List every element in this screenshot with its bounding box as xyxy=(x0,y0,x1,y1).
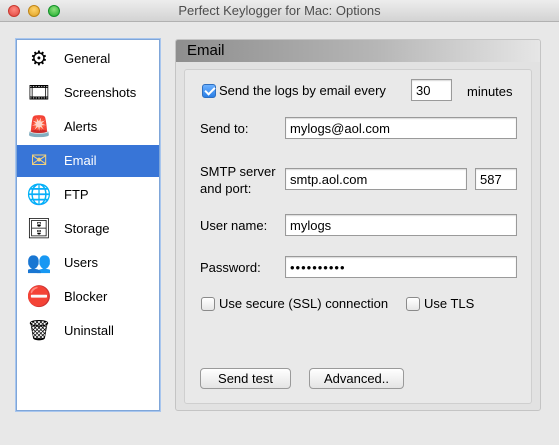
sidebar-item-label: Uninstall xyxy=(64,323,114,338)
sidebar-item-ftp[interactable]: 🌐 FTP xyxy=(17,179,159,211)
tls-label: Use TLS xyxy=(424,296,475,311)
email-interval-input[interactable]: 30 xyxy=(411,79,452,101)
options-sidebar: ⚙ General 🎞 Screenshots 🚨 Alerts ✉ Email… xyxy=(16,39,160,411)
window-title: Perfect Keylogger for Mac: Options xyxy=(178,3,381,18)
smtp-label-line1: SMTP server xyxy=(200,164,276,179)
send-logs-checkbox[interactable] xyxy=(202,84,216,98)
panel-title: Email xyxy=(187,42,225,59)
send-to-input[interactable]: mylogs@aol.com xyxy=(285,117,517,139)
email-form: Send the logs by email every 30 minutes … xyxy=(184,69,532,404)
tls-checkbox[interactable] xyxy=(406,297,420,311)
ssl-label: Use secure (SSL) connection xyxy=(219,296,389,311)
sidebar-item-label: Alerts xyxy=(64,119,98,134)
sidebar-item-label: FTP xyxy=(64,187,89,202)
sidebar-item-label: Blocker xyxy=(64,289,108,304)
hard-drive-icon: 🗄 xyxy=(26,218,52,240)
user-name-label: User name: xyxy=(200,218,268,233)
panel-header: Email xyxy=(176,40,540,62)
envelope-icon: ✉ xyxy=(30,150,48,172)
globe-icon: 🌐 xyxy=(26,184,52,206)
user-name-input[interactable]: mylogs xyxy=(285,214,517,236)
send-logs-label: Send the logs by email every xyxy=(219,83,386,98)
sidebar-item-label: General xyxy=(64,51,111,66)
sidebar-item-blocker[interactable]: ⛔ Blocker xyxy=(17,281,159,313)
sidebar-item-storage[interactable]: 🗄 Storage xyxy=(17,213,159,245)
send-to-label: Send to: xyxy=(200,121,249,136)
ssl-checkbox[interactable] xyxy=(201,297,215,311)
sidebar-item-email[interactable]: ✉ Email xyxy=(17,145,159,177)
sidebar-item-label: Screenshots xyxy=(64,85,137,100)
password-input[interactable]: •••••••••• xyxy=(285,256,517,278)
users-icon: 👥 xyxy=(26,252,52,274)
options-window: Perfect Keylogger for Mac: Options ⚙ Gen… xyxy=(0,0,559,445)
sidebar-item-general[interactable]: ⚙ General xyxy=(17,43,159,75)
trash-icon: 🗑 xyxy=(26,320,52,342)
smtp-server-input[interactable]: smtp.aol.com xyxy=(285,168,467,190)
sidebar-item-users[interactable]: 👥 Users xyxy=(17,247,159,279)
sidebar-item-uninstall[interactable]: 🗑 Uninstall xyxy=(17,315,159,347)
sidebar-item-alerts[interactable]: 🚨 Alerts xyxy=(17,111,159,143)
smtp-label-line2: and port: xyxy=(200,181,252,196)
interval-unit-label: minutes xyxy=(467,84,513,99)
general-icon: ⚙ xyxy=(30,48,48,70)
sidebar-item-screenshots[interactable]: 🎞 Screenshots xyxy=(17,77,159,109)
film-reel-icon: 🎞 xyxy=(26,82,52,104)
send-test-button[interactable]: Send test xyxy=(200,368,291,389)
sidebar-item-label: Email xyxy=(64,153,97,168)
password-label: Password: xyxy=(200,260,261,275)
sidebar-item-label: Users xyxy=(64,255,98,270)
siren-icon: 🚨 xyxy=(26,116,52,138)
title-bar: Perfect Keylogger for Mac: Options xyxy=(0,0,559,22)
block-icon: ⛔ xyxy=(26,286,52,308)
advanced-button[interactable]: Advanced.. xyxy=(309,368,404,389)
email-settings-panel: Email Send the logs by email every 30 mi… xyxy=(175,39,541,411)
sidebar-item-label: Storage xyxy=(64,221,110,236)
smtp-port-input[interactable]: 587 xyxy=(475,168,517,190)
